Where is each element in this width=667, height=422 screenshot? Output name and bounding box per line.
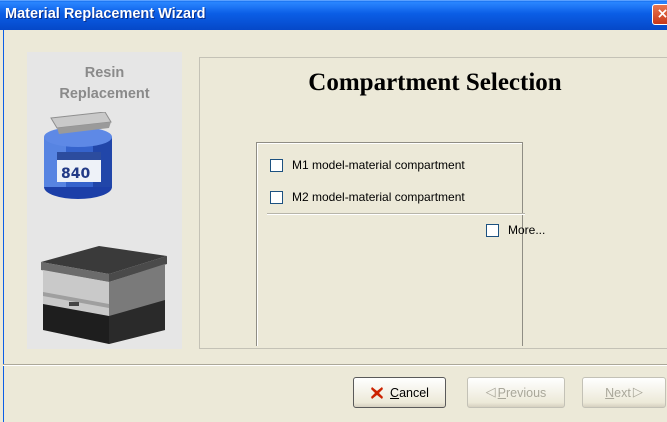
cancel-label: Cancel [390, 385, 429, 400]
close-button[interactable]: × [652, 4, 667, 25]
previous-button[interactable]: ◁ Previous [467, 377, 565, 408]
close-icon: × [656, 6, 667, 22]
m1-compartment-option[interactable]: M1 model-material compartment [270, 158, 465, 172]
footer-separator [3, 364, 667, 366]
left-panel-title: Resin Replacement [27, 63, 182, 105]
printer-icon [41, 246, 167, 344]
compartment-group: M1 model-material compartment M2 model-m… [256, 142, 545, 346]
m1-checkbox[interactable] [270, 158, 283, 172]
next-arrow-icon: ▷ [632, 385, 643, 400]
m1-label: M1 model-material compartment [292, 158, 465, 172]
left-panel: Resin Replacement 840 [27, 52, 182, 349]
main-panel: Compartment Selection M1 model-material … [199, 57, 667, 349]
more-checkbox[interactable] [486, 223, 499, 237]
left-title-line2: Replacement [59, 86, 150, 102]
cancel-button[interactable]: Cancel [353, 377, 446, 408]
more-option[interactable]: More... [486, 223, 545, 237]
more-label: More... [508, 223, 546, 237]
window-title: Material Replacement Wizard [5, 6, 206, 22]
resin-cartridge-icon: 840 [44, 112, 112, 199]
option-separator [267, 213, 525, 215]
left-title-line1: Resin [84, 65, 125, 81]
cartridge-label: 840 [61, 166, 90, 182]
m2-label: M2 model-material compartment [292, 190, 465, 204]
previous-label: Previous [497, 385, 547, 400]
title-bar[interactable]: Material Replacement Wizard × [0, 0, 667, 30]
m2-compartment-option[interactable]: M2 model-material compartment [270, 190, 465, 204]
m2-checkbox[interactable] [270, 190, 283, 204]
page-title: Compartment Selection [308, 69, 562, 96]
next-button[interactable]: Next ▷ [582, 377, 666, 408]
cancel-x-icon [371, 386, 384, 399]
previous-arrow-icon: ◁ [485, 385, 496, 400]
next-label: Next [605, 385, 631, 400]
